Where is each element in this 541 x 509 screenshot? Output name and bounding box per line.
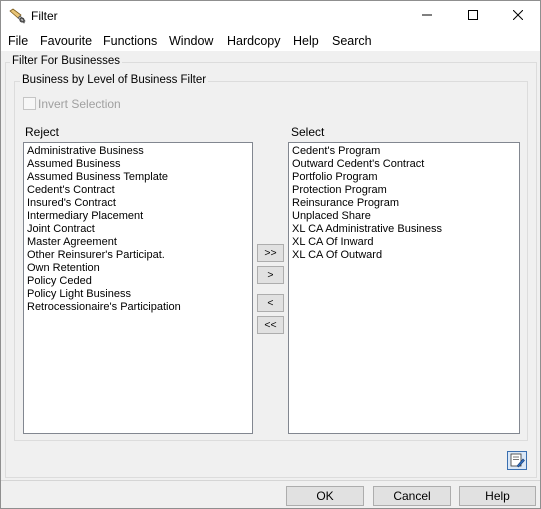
close-icon xyxy=(512,9,524,23)
list-item[interactable]: Joint Contract xyxy=(27,223,249,236)
menu-favourite[interactable]: Favourite xyxy=(40,34,92,48)
menu-search[interactable]: Search xyxy=(332,34,372,48)
edit-filter-icon xyxy=(510,453,525,471)
list-item[interactable]: Own Retention xyxy=(27,262,249,275)
list-item[interactable]: XL CA Administrative Business xyxy=(292,223,516,236)
invert-selection-label: Invert Selection xyxy=(38,97,121,111)
list-item[interactable]: Retrocessionaire's Participation xyxy=(27,301,249,314)
list-item[interactable]: XL CA Of Outward xyxy=(292,249,516,262)
select-label: Select xyxy=(291,125,325,139)
list-item[interactable]: Protection Program xyxy=(292,184,516,197)
filter-window: Filter File Favourite Functions Window H… xyxy=(0,0,541,509)
list-item[interactable]: Unplaced Share xyxy=(292,210,516,223)
move-right-button[interactable]: > xyxy=(257,266,284,284)
list-item[interactable]: Other Reinsurer's Participat. xyxy=(27,249,249,262)
list-item[interactable]: XL CA Of Inward xyxy=(292,236,516,249)
footer-divider xyxy=(1,480,540,481)
list-item[interactable]: Reinsurance Program xyxy=(292,197,516,210)
list-item[interactable]: Intermediary Placement xyxy=(27,210,249,223)
reject-label: Reject xyxy=(25,125,60,139)
outer-group-caption: Filter For Businesses xyxy=(10,55,123,67)
title-bar[interactable]: Filter xyxy=(1,1,540,31)
app-icon xyxy=(9,8,27,25)
move-left-button[interactable]: < xyxy=(257,294,284,312)
menu-functions[interactable]: Functions xyxy=(103,34,157,48)
list-item[interactable]: Outward Cedent's Contract xyxy=(292,158,516,171)
window-title: Filter xyxy=(31,9,58,23)
invert-selection-checkbox[interactable] xyxy=(23,97,36,110)
list-item[interactable]: Master Agreement xyxy=(27,236,249,249)
minimize-button[interactable] xyxy=(404,1,450,31)
list-item[interactable]: Portfolio Program xyxy=(292,171,516,184)
list-item[interactable]: Assumed Business Template xyxy=(27,171,249,184)
maximize-button[interactable] xyxy=(450,1,496,31)
list-item[interactable]: Policy Light Business xyxy=(27,288,249,301)
list-item[interactable]: Insured's Contract xyxy=(27,197,249,210)
menu-window[interactable]: Window xyxy=(169,34,213,48)
close-button[interactable] xyxy=(495,1,541,31)
move-all-left-button[interactable]: << xyxy=(257,316,284,334)
inner-group-caption: Business by Level of Business Filter xyxy=(20,74,209,86)
menu-hardcopy[interactable]: Hardcopy xyxy=(227,34,281,48)
minimize-icon xyxy=(422,9,432,23)
list-item[interactable]: Assumed Business xyxy=(27,158,249,171)
reject-listbox[interactable]: Administrative Business Assumed Business A… xyxy=(23,142,253,434)
cancel-button[interactable]: Cancel xyxy=(373,486,451,506)
ok-button[interactable]: OK xyxy=(286,486,364,506)
list-item[interactable]: Administrative Business xyxy=(27,145,249,158)
maximize-icon xyxy=(468,9,478,23)
help-button[interactable]: Help xyxy=(459,486,536,506)
edit-filter-button[interactable] xyxy=(507,451,527,470)
list-item[interactable]: Cedent's Contract xyxy=(27,184,249,197)
select-listbox[interactable]: Cedent's Program Outward Cedent's Contrac… xyxy=(288,142,520,434)
menu-help[interactable]: Help xyxy=(293,34,319,48)
menu-file[interactable]: File xyxy=(8,34,28,48)
list-item[interactable]: Policy Ceded xyxy=(27,275,249,288)
menu-bar: File Favourite Functions Window Hardcopy… xyxy=(1,31,540,51)
list-item[interactable]: Cedent's Program xyxy=(292,145,516,158)
move-all-right-button[interactable]: >> xyxy=(257,244,284,262)
